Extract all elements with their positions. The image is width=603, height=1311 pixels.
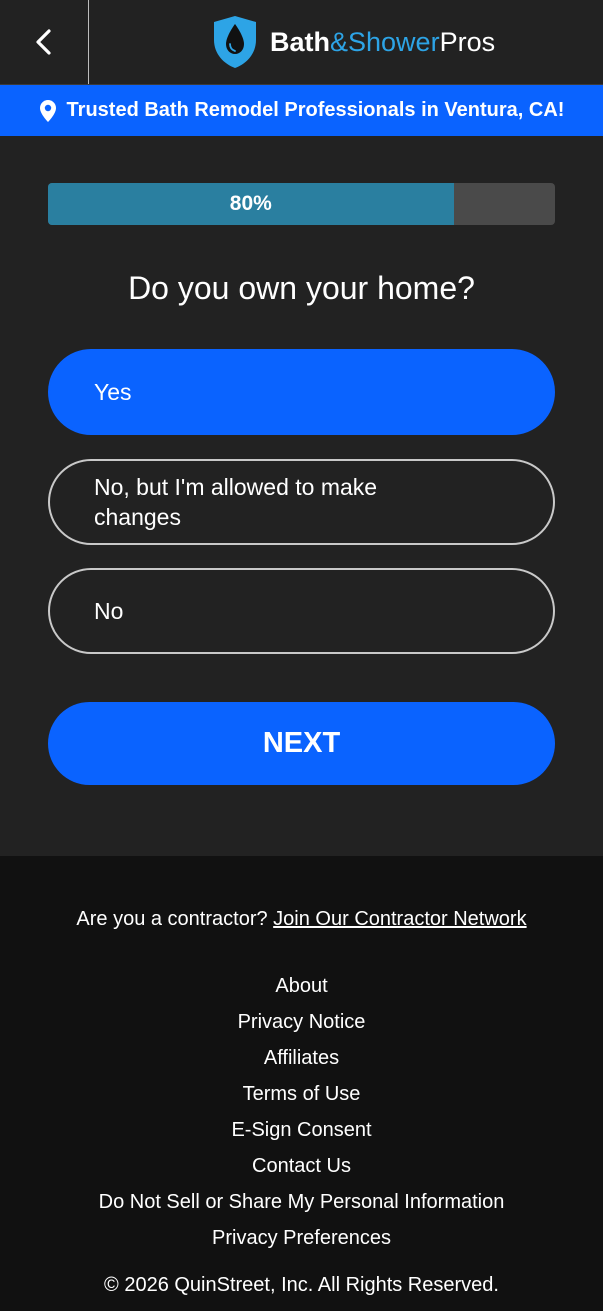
brand-logo[interactable]: Bath&ShowerPros xyxy=(210,14,495,70)
footer-link-do-not-sell[interactable]: Do Not Sell or Share My Personal Informa… xyxy=(0,1189,603,1225)
brand-name-part2: &Shower xyxy=(330,26,440,57)
option-label: No, but I'm allowed to make changes xyxy=(94,474,378,530)
option-yes[interactable]: Yes xyxy=(48,349,555,435)
footer-link-about[interactable]: About xyxy=(0,973,603,1009)
option-no-allowed[interactable]: No, but I'm allowed to make changes xyxy=(48,459,555,545)
progress-bar: 80% xyxy=(48,183,555,225)
progress-label: 80% xyxy=(229,192,272,215)
option-label: Yes xyxy=(94,379,132,405)
contractor-network-link[interactable]: Join Our Contractor Network xyxy=(273,908,526,930)
footer-link-privacy-preferences[interactable]: Privacy Preferences xyxy=(0,1225,603,1261)
footer-link-affiliates[interactable]: Affiliates xyxy=(0,1045,603,1081)
map-pin-icon xyxy=(39,99,56,122)
footer-link-esign[interactable]: E-Sign Consent xyxy=(0,1117,603,1153)
location-banner: Trusted Bath Remodel Professionals in Ve… xyxy=(0,85,603,136)
copyright: © 2026 QuinStreet, Inc. All Rights Reser… xyxy=(104,1274,499,1296)
header: Bath&ShowerPros xyxy=(0,0,603,85)
footer-link-privacy-notice[interactable]: Privacy Notice xyxy=(0,1009,603,1045)
footer-link-contact[interactable]: Contact Us xyxy=(0,1153,603,1189)
footer-link-terms[interactable]: Terms of Use xyxy=(0,1081,603,1117)
banner-text: Trusted Bath Remodel Professionals in Ve… xyxy=(66,99,565,121)
back-button[interactable] xyxy=(0,0,89,84)
brand-name: Bath&ShowerPros xyxy=(270,27,495,58)
brand-name-part3: Pros xyxy=(439,26,496,57)
option-label: No xyxy=(94,598,124,624)
contractor-question: Are you a contractor? xyxy=(76,908,268,930)
footer-links: About Privacy Notice Affiliates Terms of… xyxy=(0,973,603,1261)
question-title: Do you own your home? xyxy=(128,270,475,306)
footer: Are you a contractor? Join Our Contracto… xyxy=(0,856,603,1311)
next-button[interactable]: NEXT xyxy=(48,702,555,785)
option-no[interactable]: No xyxy=(48,568,555,654)
water-drop-shield-icon xyxy=(214,16,256,68)
contractor-prompt: Are you a contractor? Join Our Contracto… xyxy=(0,908,603,931)
chevron-left-icon xyxy=(36,29,51,55)
brand-name-part1: Bath xyxy=(270,26,330,57)
